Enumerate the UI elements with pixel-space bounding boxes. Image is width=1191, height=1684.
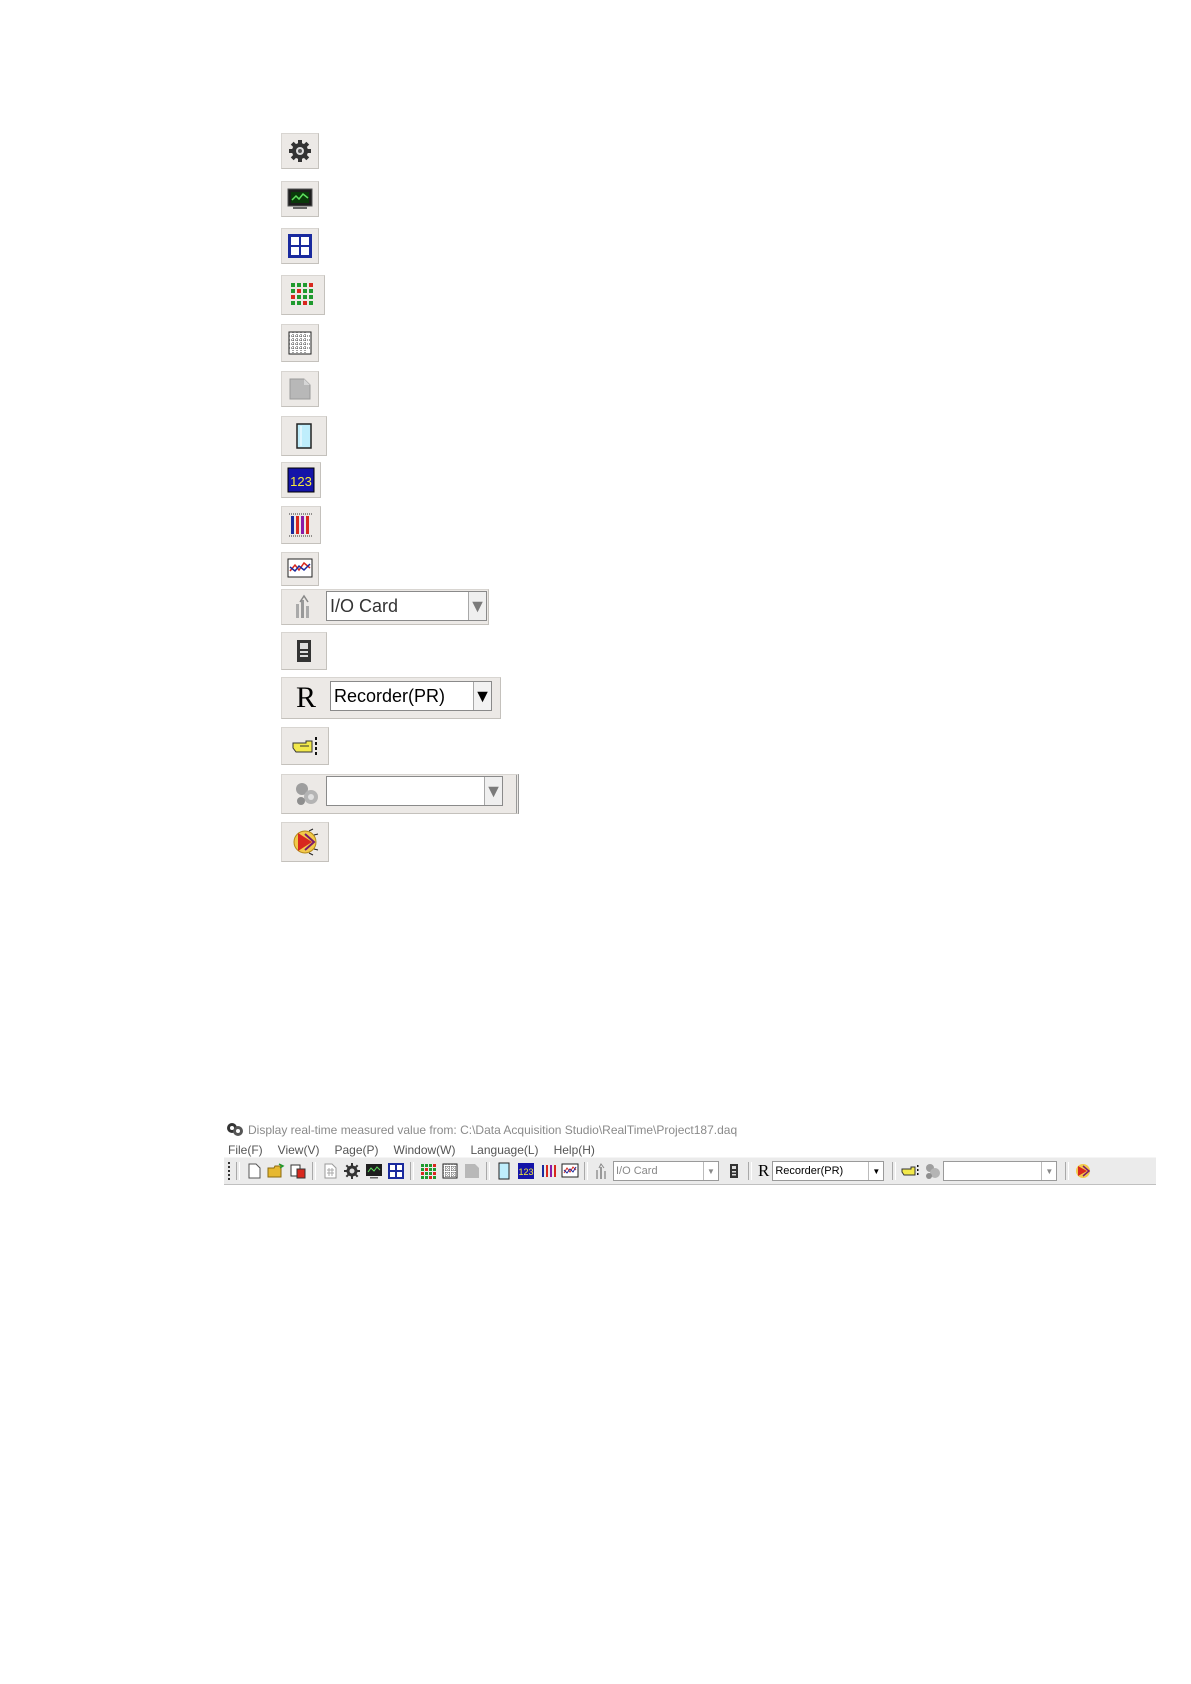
digital-display-icon[interactable]: 123 — [517, 1162, 535, 1180]
dotted-grid-icon — [288, 331, 312, 355]
monitor-icon[interactable] — [365, 1162, 383, 1180]
menu-file[interactable]: File(F) — [228, 1143, 263, 1157]
gear-icon[interactable] — [343, 1162, 361, 1180]
chevron-down-icon[interactable]: ▼ — [703, 1162, 718, 1180]
trend-chart-icon — [287, 558, 313, 578]
device-combo[interactable]: ▼ — [326, 776, 503, 806]
device-button[interactable] — [281, 632, 327, 670]
window-layout-button[interactable] — [281, 228, 319, 264]
recorder-letter-icon[interactable]: R — [758, 1161, 769, 1181]
chevron-down-icon[interactable]: ▼ — [484, 777, 502, 805]
recorder-letter-icon[interactable]: R — [296, 681, 316, 715]
device-icon[interactable] — [725, 1162, 743, 1180]
exit-button[interactable] — [281, 822, 329, 862]
monitor-icon — [287, 188, 313, 209]
io-card-combo[interactable]: I/O Card ▼ — [326, 591, 487, 621]
toolbar-separator — [748, 1162, 752, 1180]
digital-display-button[interactable]: 123 — [281, 462, 321, 498]
io-card-combo[interactable]: I/O Card ▼ — [613, 1161, 719, 1181]
network-gear-icon[interactable] — [292, 780, 320, 808]
toolbar-grip[interactable] — [228, 1162, 230, 1180]
toolbar-separator — [486, 1162, 490, 1180]
main-toolbar: 123 I/O Card ▼ R Recorder(PR) ▼ ▼ — [224, 1157, 1156, 1185]
exit-icon — [293, 828, 319, 856]
color-dots-grid-icon[interactable] — [419, 1162, 437, 1180]
svg-text:123: 123 — [290, 474, 312, 489]
recorder-combo[interactable]: Recorder(PR) ▼ — [772, 1161, 885, 1181]
chevron-down-icon[interactable]: ▼ — [868, 1162, 883, 1180]
gear-icon — [289, 140, 311, 162]
window-grid-icon — [288, 234, 312, 258]
page-icon — [289, 378, 311, 400]
app-logo-icon — [227, 1123, 243, 1136]
grid-view-button[interactable] — [281, 324, 319, 362]
chevron-down-icon[interactable]: ▼ — [468, 592, 486, 620]
color-dots-grid-icon — [291, 283, 313, 305]
menu-page[interactable]: Page(P) — [334, 1143, 378, 1157]
trend-chart-button[interactable] — [281, 552, 319, 586]
io-card-icon[interactable] — [593, 1162, 611, 1180]
menu-bar: File(F) View(V) Page(P) Window(W) Langua… — [228, 1143, 595, 1157]
bar-graph-icon[interactable] — [539, 1162, 557, 1180]
document-grid-icon[interactable] — [321, 1162, 339, 1180]
dotted-grid-icon[interactable] — [441, 1162, 459, 1180]
column-bar-icon[interactable] — [495, 1162, 513, 1180]
column-bar-button[interactable] — [281, 416, 327, 456]
window-title: Display real-time measured value from: C… — [248, 1123, 738, 1137]
exit-icon[interactable] — [1074, 1162, 1092, 1180]
recorder-combo-value: Recorder(PR) — [334, 685, 446, 706]
window-title-bar: Display real-time measured value from: C… — [226, 1122, 737, 1138]
toolbar-separator — [1065, 1162, 1070, 1180]
toolbar-separator — [312, 1162, 316, 1180]
io-card-icon[interactable] — [292, 594, 316, 620]
toolbar-separator — [584, 1162, 588, 1180]
multi-channel-button[interactable] — [281, 275, 325, 315]
setup-button[interactable] — [281, 133, 319, 169]
save-as-icon[interactable] — [289, 1162, 307, 1180]
column-bar-icon — [296, 423, 312, 449]
chevron-down-icon[interactable]: ▼ — [1041, 1162, 1056, 1180]
network-gear-icon[interactable] — [923, 1162, 941, 1180]
bar-graph-icon — [289, 513, 313, 537]
svg-text:123: 123 — [518, 1167, 533, 1177]
menu-view[interactable]: View(V) — [278, 1143, 320, 1157]
page-icon[interactable] — [463, 1162, 481, 1180]
pointing-hand-icon[interactable] — [901, 1162, 919, 1180]
recorder-combo-value: Recorder(PR) — [775, 1165, 844, 1177]
io-card-combo-value: I/O Card — [616, 1165, 658, 1177]
digital-display-icon: 123 — [287, 467, 315, 493]
device-combo[interactable]: ▼ — [943, 1161, 1058, 1181]
window-grid-icon[interactable] — [387, 1162, 405, 1180]
open-folder-icon[interactable] — [267, 1162, 285, 1180]
monitor-button[interactable] — [281, 181, 319, 217]
new-file-icon[interactable] — [245, 1162, 263, 1180]
toolbar-separator — [236, 1162, 240, 1180]
pointer-button[interactable] — [281, 727, 329, 765]
io-card-combo-value: I/O Card — [330, 595, 399, 616]
page-button[interactable] — [281, 371, 319, 407]
trend-chart-icon[interactable] — [561, 1162, 579, 1180]
chevron-down-icon[interactable]: ▼ — [473, 682, 491, 710]
bar-graph-button[interactable] — [281, 506, 321, 544]
menu-window[interactable]: Window(W) — [394, 1143, 456, 1157]
recorder-combo[interactable]: Recorder(PR) ▼ — [330, 681, 492, 711]
menu-language[interactable]: Language(L) — [471, 1143, 539, 1157]
menu-help[interactable]: Help(H) — [554, 1143, 595, 1157]
device-icon — [297, 640, 311, 662]
toolbar-separator — [892, 1162, 897, 1180]
toolbar-separator — [410, 1162, 414, 1180]
pointing-hand-icon — [292, 737, 317, 755]
